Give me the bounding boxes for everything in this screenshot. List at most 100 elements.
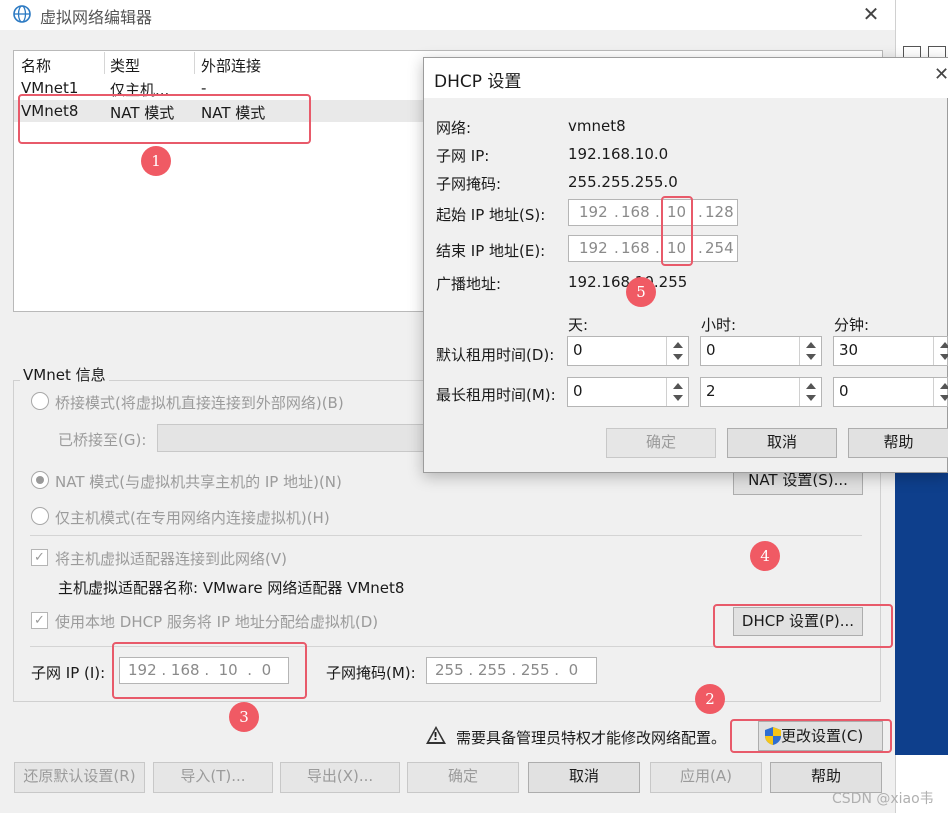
- arrow-down-icon[interactable]: [940, 395, 948, 401]
- column-header-type[interactable]: 类型: [110, 55, 140, 76]
- cancel-button[interactable]: 取消: [528, 762, 640, 793]
- max-lease-minutes-spinner[interactable]: 0: [833, 377, 948, 407]
- annotation-box-4: [713, 604, 893, 648]
- default-lease-minutes-spinner[interactable]: 30: [833, 336, 948, 366]
- ip-dot: .: [655, 239, 660, 257]
- use-dhcp-checkbox[interactable]: ✓: [31, 612, 48, 629]
- max-lease-label: 最长租用时间(M):: [436, 386, 556, 404]
- arrow-up-icon[interactable]: [806, 383, 816, 389]
- host-only-label: 仅主机模式(在专用网络内连接虚拟机)(H): [55, 509, 330, 527]
- annotation-badge-5: 5: [626, 277, 656, 307]
- network-value: vmnet8: [568, 117, 626, 135]
- end-ip-label: 结束 IP 地址(E):: [436, 242, 546, 260]
- ip-dot: .: [655, 203, 660, 221]
- column-separator: [194, 52, 195, 74]
- end-ip-octet-4: 254: [705, 239, 734, 257]
- end-ip-field[interactable]: 192 . 168 . 10 . 254: [568, 235, 738, 262]
- globe-icon: [13, 5, 31, 23]
- annotation-box-2: [730, 719, 892, 753]
- column-header-external[interactable]: 外部连接: [201, 55, 261, 76]
- connect-adapter-label: 将主机虚拟适配器连接到此网络(V): [55, 550, 287, 568]
- annotation-box-3: [112, 642, 307, 699]
- arrow-down-icon[interactable]: [673, 395, 683, 401]
- close-icon[interactable]: ✕: [858, 2, 884, 28]
- default-lease-hours-spinner[interactable]: 0: [700, 336, 822, 366]
- dhcp-cancel-button[interactable]: 取消: [727, 428, 837, 458]
- dhcp-subnet-mask-value: 255.255.255.0: [568, 173, 678, 191]
- max-lease-days-spinner[interactable]: 0: [567, 377, 689, 407]
- hours-header: 小时:: [701, 316, 737, 334]
- background-blue-panel: [895, 455, 948, 755]
- divider: [30, 535, 862, 536]
- dhcp-subnet-mask-label: 子网掩码:: [436, 175, 502, 193]
- start-ip-octet-4: 128: [705, 203, 734, 221]
- bridge-mode-radio[interactable]: [31, 392, 49, 410]
- ip-dot: .: [614, 203, 619, 221]
- export-button[interactable]: 导出(X)...: [280, 762, 400, 793]
- broadcast-label: 广播地址:: [436, 275, 502, 293]
- spinner-buttons[interactable]: [933, 337, 948, 365]
- bridge-mode-label: 桥接模式(将虚拟机直接连接到外部网络)(B): [55, 394, 344, 412]
- annotation-badge-3: 3: [229, 702, 259, 732]
- window-title: 虚拟网络编辑器: [40, 8, 153, 27]
- admin-notice-text: 需要具备管理员特权才能修改网络配置。: [456, 729, 727, 747]
- ok-button[interactable]: 确定: [407, 762, 519, 793]
- annotation-box-5: [661, 196, 693, 266]
- arrow-up-icon[interactable]: [806, 342, 816, 348]
- spinner-value: 0: [839, 382, 849, 400]
- import-button[interactable]: 导入(T)...: [153, 762, 273, 793]
- arrow-up-icon[interactable]: [940, 342, 948, 348]
- arrow-up-icon[interactable]: [673, 342, 683, 348]
- close-icon[interactable]: ✕: [934, 64, 948, 85]
- spinner-buttons[interactable]: [799, 337, 821, 365]
- connect-adapter-checkbox[interactable]: ✓: [31, 549, 48, 566]
- dhcp-ok-button[interactable]: 确定: [606, 428, 716, 458]
- host-only-radio[interactable]: [31, 507, 49, 525]
- spinner-buttons[interactable]: [666, 378, 688, 406]
- start-ip-field[interactable]: 192 . 168 . 10 . 128: [568, 199, 738, 226]
- adapter-name-text: 主机虚拟适配器名称: VMware 网络适配器 VMnet8: [58, 579, 405, 597]
- subnet-mask-field[interactable]: 255 . 255 . 255 . 0: [426, 657, 597, 684]
- dhcp-subnet-ip-value: 192.168.10.0: [568, 145, 669, 163]
- arrow-up-icon[interactable]: [673, 383, 683, 389]
- ip-dot: .: [698, 239, 703, 257]
- subnet-mask-label: 子网掩码(M):: [326, 664, 416, 682]
- arrow-down-icon[interactable]: [806, 354, 816, 360]
- arrow-down-icon[interactable]: [673, 354, 683, 360]
- spinner-buttons[interactable]: [666, 337, 688, 365]
- default-lease-days-spinner[interactable]: 0: [567, 336, 689, 366]
- spinner-value: 0: [573, 341, 583, 359]
- column-header-name[interactable]: 名称: [21, 55, 51, 76]
- spinner-value: 2: [706, 382, 716, 400]
- column-separator: [104, 52, 105, 74]
- dhcp-help-button[interactable]: 帮助: [848, 428, 948, 458]
- start-ip-octet-1: 192: [579, 203, 608, 221]
- annotation-box-1: [18, 94, 311, 144]
- default-lease-label: 默认租用时间(D):: [436, 346, 555, 364]
- end-ip-octet-1: 192: [579, 239, 608, 257]
- nat-mode-radio[interactable]: [31, 471, 49, 489]
- restore-defaults-button[interactable]: 还原默认设置(R): [14, 762, 145, 793]
- arrow-up-icon[interactable]: [940, 383, 948, 389]
- arrow-down-icon[interactable]: [940, 354, 948, 360]
- nat-mode-label: NAT 模式(与虚拟机共享主机的 IP 地址)(N): [55, 473, 342, 491]
- watermark: CSDN @xiao韦: [832, 791, 934, 807]
- network-label: 网络:: [436, 119, 472, 137]
- spinner-value: 30: [839, 341, 859, 359]
- spinner-buttons[interactable]: [799, 378, 821, 406]
- start-ip-label: 起始 IP 地址(S):: [436, 206, 546, 224]
- apply-button[interactable]: 应用(A): [650, 762, 762, 793]
- days-header: 天:: [568, 316, 589, 334]
- bridged-to-select[interactable]: [157, 424, 427, 452]
- spinner-buttons[interactable]: [933, 378, 948, 406]
- ip-dot: .: [698, 203, 703, 221]
- annotation-badge-2: 2: [695, 684, 725, 714]
- group-label: VMnet 信息: [20, 364, 109, 385]
- arrow-down-icon[interactable]: [806, 395, 816, 401]
- max-lease-hours-spinner[interactable]: 2: [700, 377, 822, 407]
- annotation-badge-1: 1: [141, 146, 171, 176]
- dhcp-subnet-ip-label: 子网 IP:: [436, 147, 490, 165]
- bridged-to-label: 已桥接至(G):: [58, 431, 147, 449]
- end-ip-octet-2: 168: [621, 239, 650, 257]
- annotation-badge-4: 4: [750, 541, 780, 571]
